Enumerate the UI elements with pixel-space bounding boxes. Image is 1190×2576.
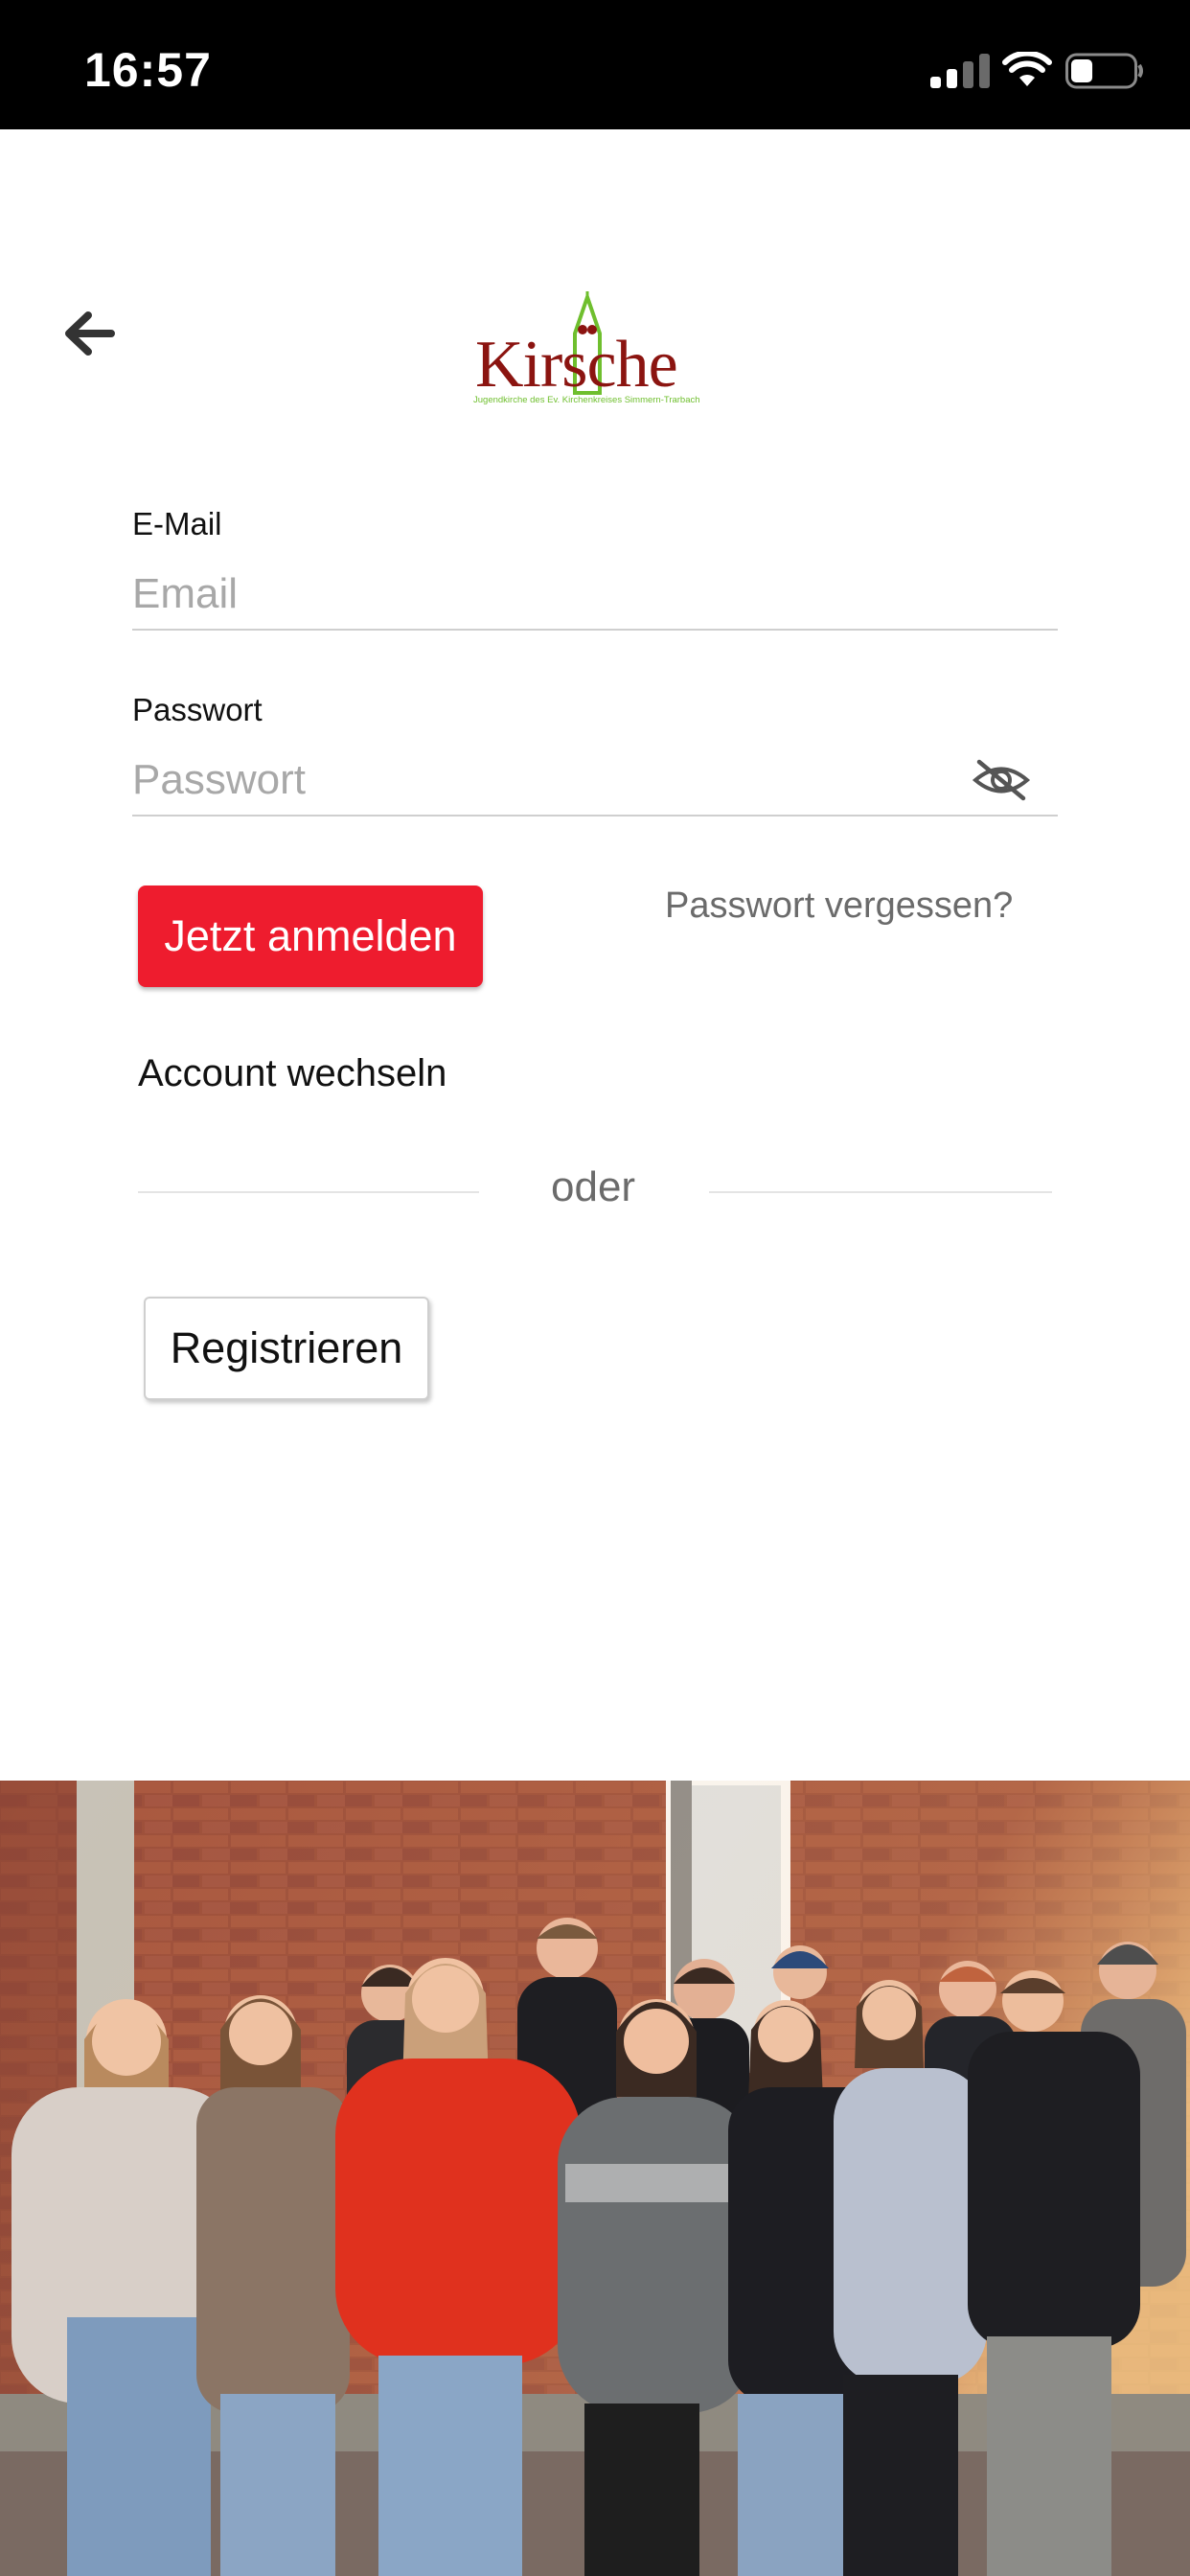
group-photo [0,1781,1190,2576]
logo: Kirsche Jugendkirche des Ev. Kirchenkrei… [468,291,724,416]
logo-subtitle: Jugendkirche des Ev. Kirchenkreises Simm… [473,395,700,405]
arrow-left-icon [65,311,115,356]
wifi-icon [1002,52,1052,86]
divider-line-right [709,1191,1052,1193]
register-button[interactable]: Registrieren [144,1297,429,1400]
signal-icon [930,54,990,88]
switch-account-link[interactable]: Account wechseln [138,1052,446,1095]
forgot-password-link[interactable]: Passwort vergessen? [665,886,1013,927]
divider-text: oder [551,1163,636,1210]
status-bar: 16:57 [0,0,1190,129]
back-button[interactable] [56,303,123,364]
divider-line-left [138,1191,479,1193]
email-input[interactable] [132,560,1058,631]
battery-icon [1065,53,1143,89]
password-label: Passwort [132,692,263,727]
password-visibility-toggle[interactable] [968,753,1035,807]
email-label: E-Mail [132,506,222,541]
logo-text: Kirsche [475,328,678,402]
status-time: 16:57 [84,43,212,97]
eye-slash-icon [972,759,1031,801]
login-button[interactable]: Jetzt anmelden [138,886,483,987]
password-input[interactable] [132,746,1058,816]
